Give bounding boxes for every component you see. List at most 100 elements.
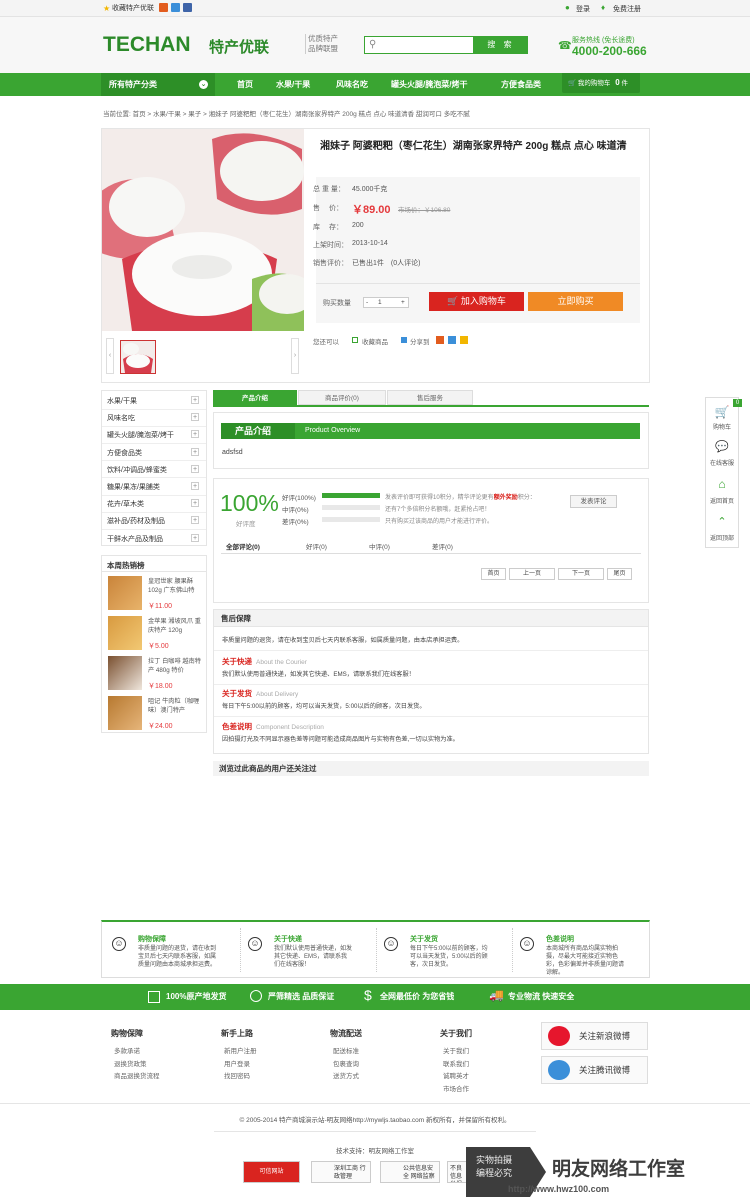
search-button[interactable]: 搜 索 [474,36,528,54]
badge-trusted[interactable]: 可信网站 [243,1161,300,1183]
favorite-link[interactable]: 收藏特产优联 [112,3,154,13]
nav-item-home[interactable]: 首页 [237,73,253,96]
footer-link[interactable]: 包裹查询 [333,1058,359,1068]
review-tab-good[interactable]: 好评(0) [306,541,327,551]
footer-link[interactable]: 找回密码 [224,1070,250,1080]
plus-icon[interactable]: + [191,447,199,456]
home-icon[interactable]: ⌂ [705,477,739,491]
guarantee-title: 关于快递 [274,936,302,943]
promise-2: 严筛精选 品质保证 [268,992,335,1001]
nav-item-instant[interactable]: 方便食品类 [501,73,541,96]
write-review-button[interactable]: 发表评论 [570,495,617,508]
review-tab-mid[interactable]: 中评(0) [369,541,390,551]
category-item[interactable]: 滋补品/药材及制品 [107,516,165,526]
pager-first[interactable]: 首页 [481,568,506,580]
sidebar-home[interactable]: 返回首页 [705,496,739,505]
all-categories-button[interactable]: 所有特产分类 ⌄ [101,73,215,96]
chat-icon[interactable]: 💬 [705,440,739,453]
category-item[interactable]: 风味名吃 [107,413,135,423]
pager-last[interactable]: 尾页 [607,568,632,580]
hot-item-name[interactable]: 咀记 牛肉粒（咖喱味）澳门特产 [148,697,204,715]
collect-link[interactable]: 收藏商品 [362,336,388,346]
rating-percent: 100% [220,490,279,516]
plus-icon[interactable]: + [191,499,199,508]
quantity-stepper[interactable]: - 1 + [363,297,409,308]
cart-button[interactable]: 🛒 我的购物车 0 件 [562,73,640,93]
category-item[interactable]: 干鲜水产品及制品 [107,534,163,544]
hot-item-name[interactable]: 金苹果 湘坡风爪 重庆特产 120g [148,617,204,635]
pager-prev[interactable]: 上一页 [509,568,555,580]
badge-business[interactable]: 深圳工商 行政管理 [311,1161,371,1183]
nav-item-fruit[interactable]: 水果/干果 [276,73,310,96]
add-to-cart-button[interactable]: 🛒 加入购物车 [429,292,524,311]
tab-reviews[interactable]: 商品评价(0) [298,390,386,405]
weibo-small-icon[interactable] [183,3,192,12]
plus-icon[interactable]: + [191,464,199,473]
buy-now-button[interactable]: 立即购买 [528,292,623,311]
register-link[interactable]: 免费注册 [613,4,641,14]
thumbnail[interactable] [120,340,156,374]
plus-icon[interactable]: + [191,482,199,490]
footer-link[interactable]: 多款承诺 [114,1045,140,1055]
footer-link[interactable]: 诚聘英才 [443,1070,469,1080]
category-item[interactable]: 饮料/冲调品/蜂蜜类 [107,465,167,475]
logo-cn[interactable]: 特产优联 [209,36,269,57]
sidebar-cart[interactable]: 购物车 [705,422,739,431]
badge-security[interactable]: 公共信息安全 网络监察 [380,1161,440,1183]
category-item[interactable]: 水果/干果 [107,396,137,406]
sidebar-service[interactable]: 在线客服 [705,458,739,467]
thumb-prev-arrow[interactable]: ‹ [106,338,114,374]
plus-icon[interactable]: + [191,533,199,542]
share-rss-icon[interactable] [436,336,444,344]
rss-icon[interactable] [159,3,168,12]
plus-icon[interactable]: + [191,396,199,404]
tab-intro[interactable]: 产品介绍 [213,390,297,405]
tab-after-sales[interactable]: 售后服务 [387,390,473,405]
color-desc: 因拍摄灯光及不同显示器色差等问题可能造成商品图片与实物有色差,一切以实物为准。 [222,736,459,743]
plus-icon[interactable]: + [191,413,199,422]
footer-link[interactable]: 退换货政策 [114,1058,147,1068]
share-more-icon[interactable] [460,336,468,344]
footer-link[interactable]: 联系我们 [443,1058,469,1068]
cart-icon[interactable]: 🛒 [705,405,739,419]
qty-value[interactable]: 1 [378,299,382,306]
hot-item-image[interactable] [108,576,142,610]
share-qq-icon[interactable] [448,336,456,344]
hot-item-name[interactable]: 拉丁 白咖啡 越南特产 480g 特价 [148,657,204,675]
nav-item-canned[interactable]: 罐头火腿/腌泡菜/烤干 [391,73,467,96]
search-input[interactable]: ⚲ [364,36,474,54]
footer-link[interactable]: 商品退换货流程 [114,1070,160,1080]
footer-link[interactable]: 送货方式 [333,1070,359,1080]
footer-link[interactable]: 配送标准 [333,1045,359,1055]
delivery-title-en: About Delivery [256,691,299,698]
review-note-1-end: 积分： [517,495,536,501]
category-item[interactable]: 糖果/果冻/果脯类 [107,482,160,492]
sina-weibo-button[interactable]: 关注新浪微博 [541,1022,648,1050]
sidebar-top[interactable]: 返回顶部 [705,533,739,542]
footer-link[interactable]: 市场合作 [443,1083,469,1093]
hot-item-image[interactable] [108,696,142,730]
review-tab-bad[interactable]: 差评(0) [432,541,453,551]
plus-icon[interactable]: + [191,430,199,439]
chevron-up-icon[interactable]: ⌃ [705,515,739,528]
footer-link[interactable]: 用户登录 [224,1058,250,1068]
hot-item-name[interactable]: 皇冠世家 腰果酥 102g 广东佛山特 [148,577,204,595]
footer-link[interactable]: 新用户注册 [224,1045,257,1055]
thumb-next-arrow[interactable]: › [291,338,299,374]
qty-plus[interactable]: + [401,299,405,306]
plus-icon[interactable]: + [191,516,199,525]
qty-minus[interactable]: - [366,299,368,306]
review-tab-all[interactable]: 全部评论(0) [226,541,260,551]
hot-item-image[interactable] [108,656,142,690]
nav-item-snacks[interactable]: 风味名吃 [336,73,368,96]
footer-link[interactable]: 关于我们 [443,1045,469,1055]
hot-item-image[interactable] [108,616,142,650]
login-link[interactable]: 登录 [576,4,590,14]
category-item[interactable]: 花卉/草木类 [107,499,144,509]
qq-icon[interactable] [171,3,180,12]
category-item[interactable]: 方便食品类 [107,448,142,458]
pager-next[interactable]: 下一页 [558,568,604,580]
category-item[interactable]: 罐头火腿/腌泡菜/烤干 [107,430,174,440]
logo[interactable]: TECHAN [103,33,191,57]
tencent-weibo-button[interactable]: 关注腾讯微博 [541,1056,648,1084]
